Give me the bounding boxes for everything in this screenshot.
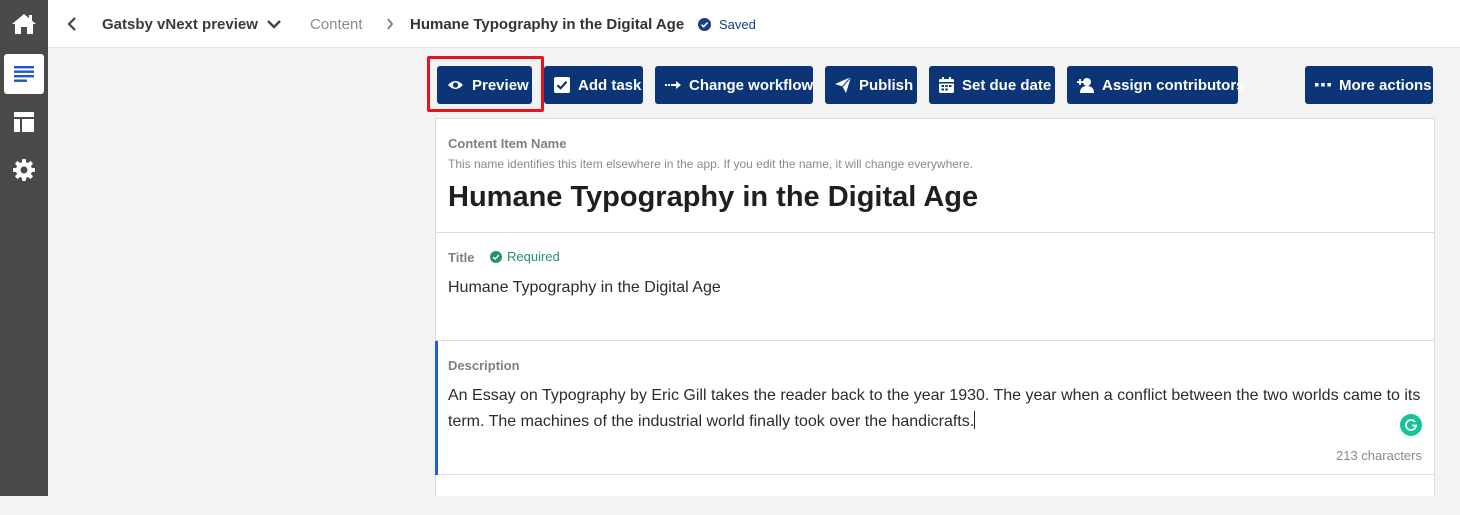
nav-settings[interactable] xyxy=(4,150,44,190)
nav-content[interactable] xyxy=(4,54,44,94)
assign-contributors-button-label: Assign contributors xyxy=(1102,76,1245,94)
preview-button[interactable]: Preview xyxy=(437,66,532,104)
add-task-button-label: Add task xyxy=(578,76,642,94)
description-section: Description An Essay on Typography by Er… xyxy=(435,341,1434,475)
save-status: Saved xyxy=(698,0,756,48)
assign-contributors-button[interactable]: Assign contributors xyxy=(1067,66,1245,104)
arrow-right-icon xyxy=(665,81,681,89)
content-editor-panel: Content Item Name This name identifies t… xyxy=(435,118,1435,496)
change-workflow-button-label: Change workflow xyxy=(689,76,814,94)
title-label: Title xyxy=(448,250,475,265)
publish-button[interactable]: Publish xyxy=(825,66,917,104)
nav-home[interactable] xyxy=(4,4,44,44)
title-section: Title Required Humane Typography in the … xyxy=(436,233,1434,341)
back-chevron-icon[interactable] xyxy=(64,16,80,32)
preview-button-label: Preview xyxy=(472,76,529,94)
content-section xyxy=(436,475,1434,515)
project-name[interactable]: Gatsby vNext preview xyxy=(102,0,258,48)
content-list-icon xyxy=(14,66,34,82)
left-nav-rail xyxy=(0,0,48,496)
description-label: Description xyxy=(448,358,520,373)
required-badge-label: Required xyxy=(507,249,560,264)
breadcrumb-content[interactable]: Content xyxy=(310,0,363,48)
description-field[interactable]: An Essay on Typography by Eric Gill take… xyxy=(448,383,1423,435)
content-item-name-section: Content Item Name This name identifies t… xyxy=(436,119,1434,233)
project-dropdown-chevron-icon[interactable] xyxy=(266,16,282,32)
home-icon xyxy=(12,14,36,34)
checkbox-icon xyxy=(554,77,570,93)
eye-icon xyxy=(448,81,463,89)
check-circle-icon xyxy=(698,17,711,31)
layout-icon xyxy=(14,112,34,132)
required-badge: Required xyxy=(490,249,560,264)
user-plus-icon xyxy=(1077,78,1094,93)
gear-icon xyxy=(13,159,35,181)
content-item-name-hint: This name identifies this item elsewhere… xyxy=(448,157,973,171)
focus-indicator xyxy=(435,341,438,475)
top-bar: Gatsby vNext preview Content Humane Typo… xyxy=(48,0,1460,48)
check-circle-icon xyxy=(490,250,502,263)
character-counter: 213 characters xyxy=(1336,448,1422,463)
ellipsis-icon xyxy=(1315,83,1331,87)
add-task-button[interactable]: Add task xyxy=(544,66,643,104)
more-actions-button[interactable]: More actions xyxy=(1305,66,1433,104)
content-item-name-field[interactable]: Humane Typography in the Digital Age xyxy=(448,181,978,214)
publish-button-label: Publish xyxy=(859,76,914,94)
set-due-date-button-label: Set due date xyxy=(962,76,1052,94)
paper-plane-icon xyxy=(835,77,851,93)
change-workflow-button[interactable]: Change workflow xyxy=(655,66,813,104)
breadcrumb-current-item: Humane Typography in the Digital Age xyxy=(410,15,685,33)
nav-layout[interactable] xyxy=(4,102,44,142)
description-text: An Essay on Typography by Eric Gill take… xyxy=(448,387,1421,430)
text-cursor xyxy=(974,411,976,429)
set-due-date-button[interactable]: Set due date xyxy=(929,66,1055,104)
grammarly-icon[interactable] xyxy=(1400,414,1422,436)
more-actions-button-label: More actions xyxy=(1339,76,1432,94)
calendar-icon xyxy=(939,77,954,93)
breadcrumb-separator-icon xyxy=(382,16,398,32)
save-status-label: Saved xyxy=(719,16,756,32)
content-item-name-label: Content Item Name xyxy=(448,136,567,151)
title-field[interactable]: Humane Typography in the Digital Age xyxy=(448,279,721,297)
